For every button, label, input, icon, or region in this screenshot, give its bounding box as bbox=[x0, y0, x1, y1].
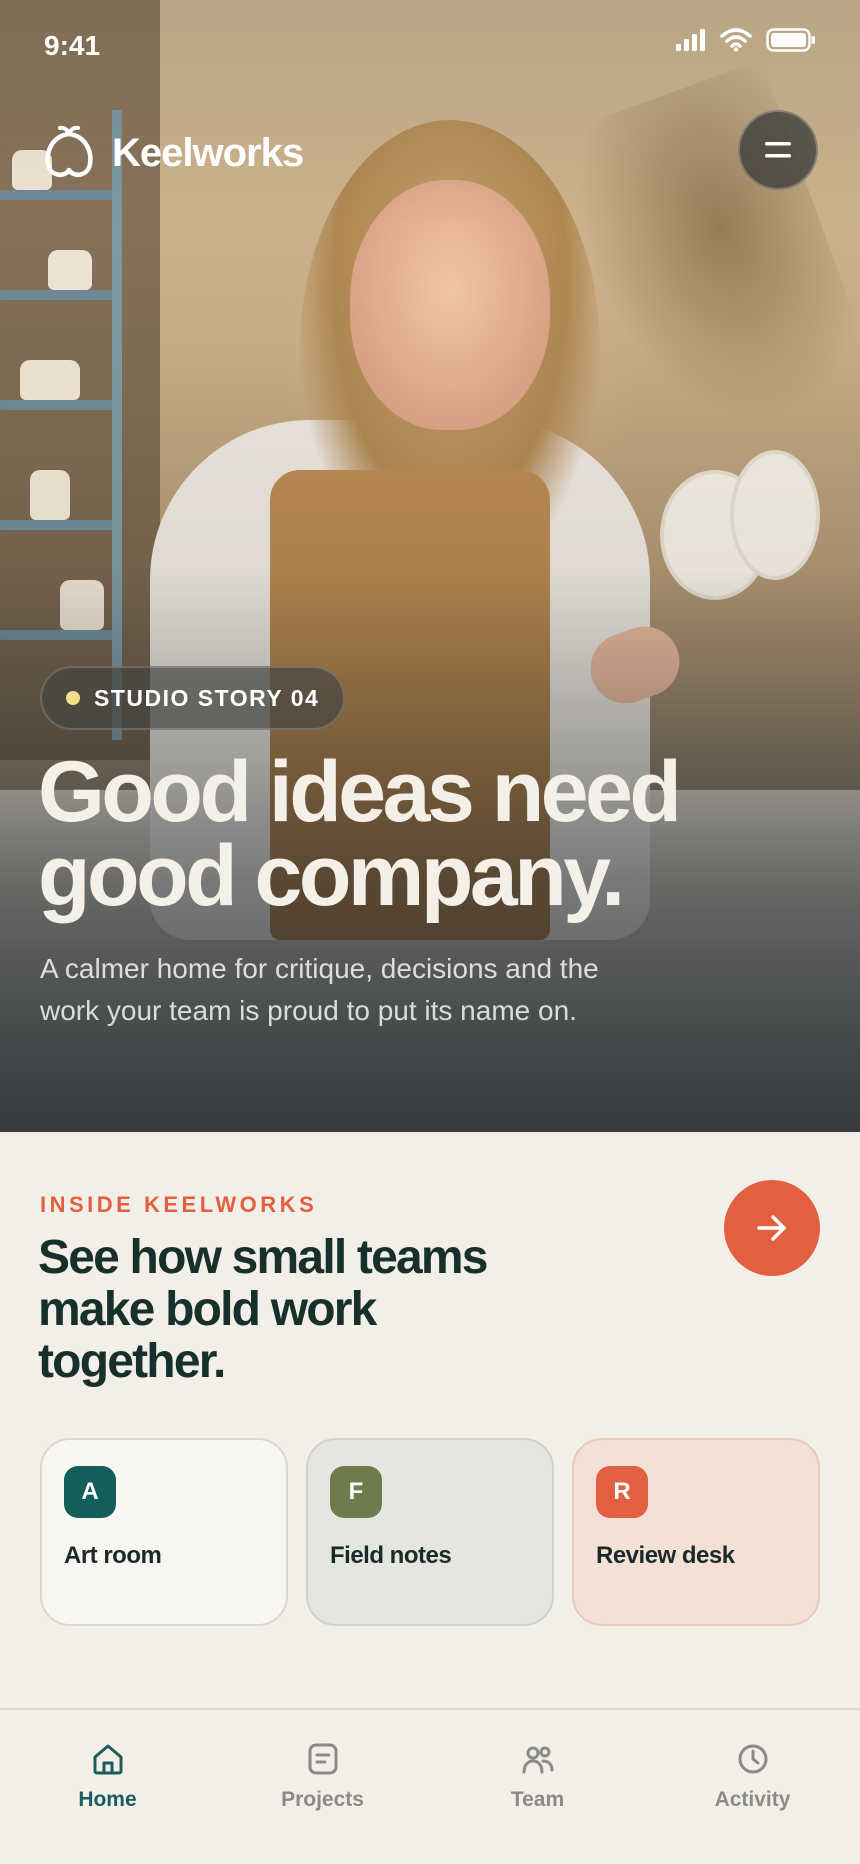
arrow-right-icon bbox=[757, 1215, 786, 1241]
hero-section: 9:41 Keelworks STUDIO STORY 04 Good idea… bbox=[0, 0, 860, 1132]
hero-headline: Good ideas need good company. bbox=[38, 744, 682, 924]
explore-arrow-button[interactable] bbox=[724, 1180, 820, 1276]
brand-logo[interactable]: Keelworks bbox=[40, 124, 304, 182]
card-badge: F bbox=[330, 1466, 382, 1518]
card-title: Field notes bbox=[330, 1542, 452, 1569]
wifi-icon bbox=[720, 28, 752, 52]
status-dot bbox=[66, 691, 80, 705]
menu-button[interactable] bbox=[738, 110, 818, 190]
document-icon bbox=[308, 1743, 337, 1775]
story-tag: STUDIO STORY 04 bbox=[40, 666, 346, 730]
story-tag-label: STUDIO STORY 04 bbox=[94, 684, 320, 711]
tab-activity[interactable]: Activity bbox=[645, 1710, 860, 1864]
bottom-tab-bar: Home Projects Team Activity bbox=[0, 1708, 860, 1864]
status-bar: 9:41 bbox=[0, 0, 860, 90]
clock-icon bbox=[738, 1744, 767, 1774]
card-badge: R bbox=[596, 1466, 648, 1518]
section-title: See how small teams make bold work toget… bbox=[38, 1231, 488, 1388]
tab-label: Team bbox=[510, 1788, 565, 1811]
card-field-notes[interactable]: F Field notes bbox=[306, 1438, 554, 1626]
tab-label: Home bbox=[78, 1788, 137, 1811]
card-title: Review desk bbox=[596, 1542, 735, 1569]
tab-label: Activity bbox=[714, 1788, 791, 1811]
tab-team[interactable]: Team bbox=[430, 1710, 645, 1864]
tab-label: Projects bbox=[281, 1788, 364, 1811]
card-review-desk[interactable]: R Review desk bbox=[572, 1438, 820, 1626]
brand-name: Keelworks bbox=[112, 130, 304, 175]
section-eyebrow: INSIDE KEELWORKS bbox=[40, 1192, 318, 1217]
status-time: 9:41 bbox=[44, 30, 101, 61]
home-icon bbox=[93, 1744, 122, 1775]
card-art-room[interactable]: A Art room bbox=[40, 1438, 288, 1626]
leaf-logo-icon bbox=[45, 125, 93, 178]
battery-icon bbox=[766, 28, 815, 52]
people-icon bbox=[522, 1746, 553, 1774]
signal-icon bbox=[676, 29, 705, 51]
menu-icon bbox=[765, 142, 791, 158]
card-title: Art room bbox=[64, 1542, 162, 1569]
card-badge: A bbox=[64, 1466, 116, 1518]
tab-home[interactable]: Home bbox=[0, 1710, 215, 1864]
space-cards: A Art room F Field notes R Review desk bbox=[40, 1438, 820, 1626]
tab-projects[interactable]: Projects bbox=[215, 1710, 430, 1864]
hero-subcopy: A calmer home for critique, decisions an… bbox=[40, 953, 599, 1026]
